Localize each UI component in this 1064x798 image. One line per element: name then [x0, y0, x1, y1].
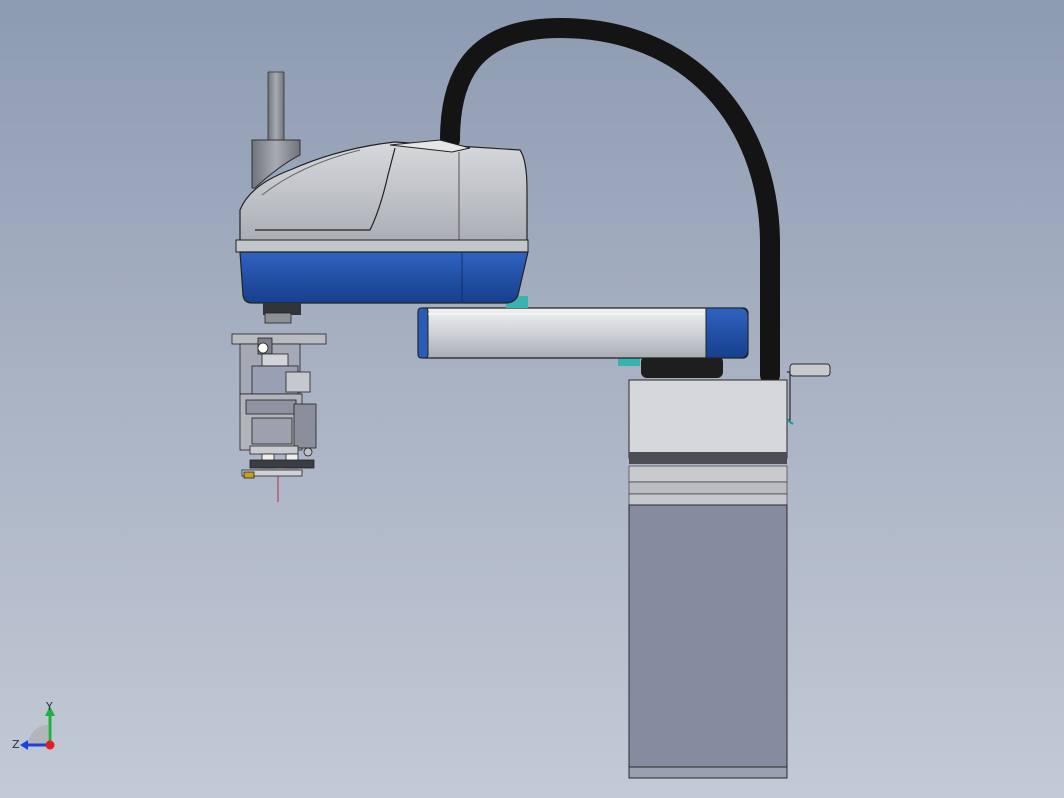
triad-y-label: Y	[45, 700, 53, 713]
triad-z-label: Z	[12, 738, 20, 751]
base-joint	[618, 356, 723, 378]
gripper-assembly	[231, 333, 327, 479]
cad-viewport[interactable]: Y Z	[0, 0, 1064, 798]
coordinate-triad-icon: Y Z	[12, 700, 55, 751]
robot-base	[628, 363, 831, 779]
scara-robot-model[interactable]: Y Z	[0, 0, 1064, 798]
robot-arm-link	[417, 296, 749, 359]
